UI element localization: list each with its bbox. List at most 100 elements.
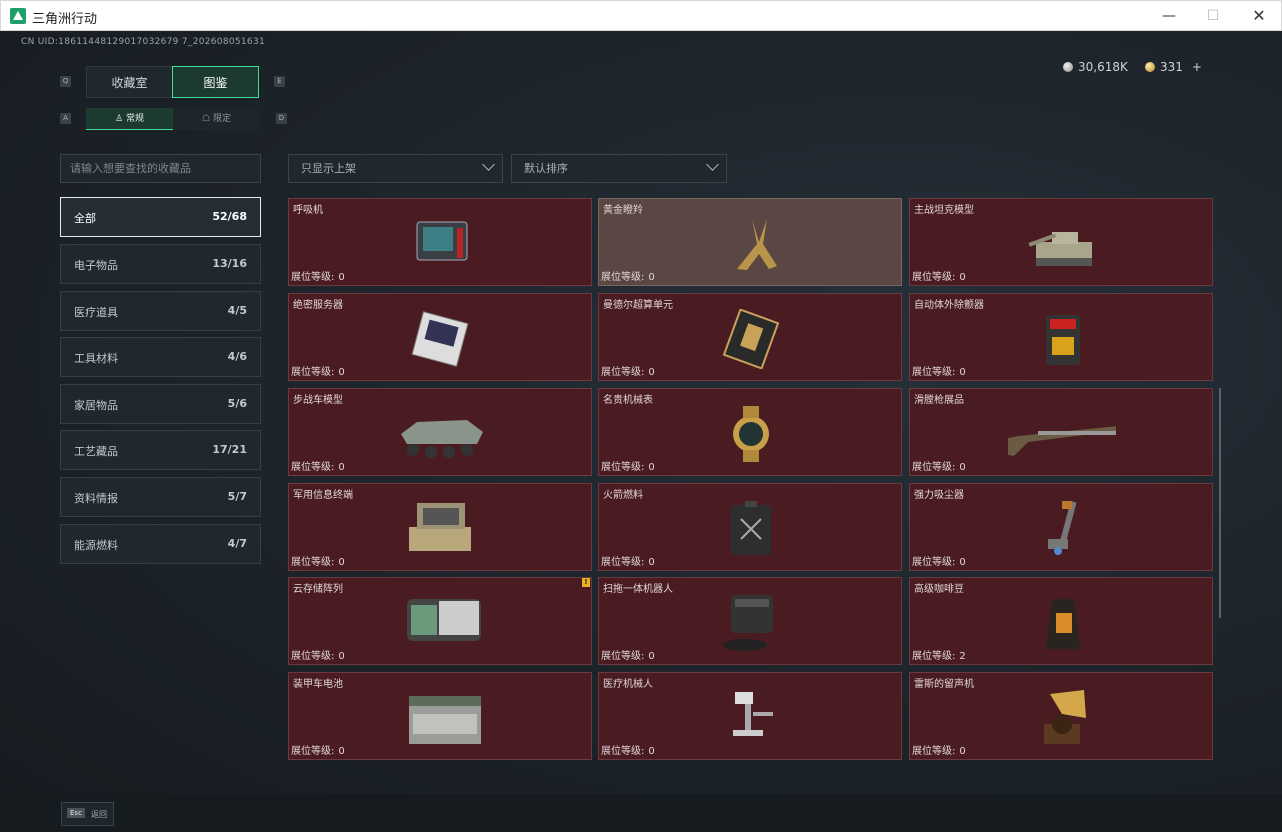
- listing-filter-value: 只显示上架: [301, 162, 356, 175]
- category-crafts[interactable]: 工艺藏品 17/21: [60, 430, 261, 470]
- item-name: 火箭燃料: [603, 490, 643, 501]
- item-card[interactable]: 自动体外除颤器 展位等级: 0: [909, 293, 1213, 381]
- back-button[interactable]: Esc 返回: [61, 802, 114, 826]
- item-card[interactable]: 名贵机械表 展位等级: 0: [598, 388, 902, 476]
- key-hint-e: E: [274, 76, 285, 87]
- category-count: 4/5: [227, 304, 247, 317]
- item-card[interactable]: 黄金瞪羚展位等级: 0: [598, 198, 902, 286]
- category-label: 全部: [74, 212, 96, 225]
- item-card[interactable]: 绝密服务器 展位等级: 0: [288, 293, 592, 381]
- item-name: 步战车模型: [293, 395, 343, 406]
- category-label: 工艺藏品: [74, 445, 118, 458]
- item-card[interactable]: 火箭燃料展位等级: 0: [598, 483, 902, 571]
- level-value: 0: [338, 367, 345, 378]
- ifv-model-icon: [387, 404, 495, 464]
- item-name: 黄金瞪羚: [603, 205, 643, 216]
- level-value: 0: [648, 272, 655, 283]
- gold-amount: 331: [1160, 60, 1183, 74]
- level-label: 展位等级:: [601, 746, 645, 757]
- category-count: 5/6: [227, 397, 247, 410]
- item-card[interactable]: 军用信息终端 展位等级: 0: [288, 483, 592, 571]
- category-count: 5/7: [227, 490, 247, 503]
- item-name: 曼德尔超算单元: [603, 300, 673, 311]
- tab-regular[interactable]: ♙ 常规: [86, 108, 173, 130]
- item-card[interactable]: 步战车模型展位等级: 0: [288, 388, 592, 476]
- tab-limited[interactable]: ☖ 限定: [173, 108, 260, 130]
- chevron-down-icon: [482, 158, 495, 171]
- level-value: 0: [648, 367, 655, 378]
- main-area: CN UID:18611448129017032679 7_2026080516…: [0, 31, 1282, 832]
- item-level: 展位等级: 0: [601, 268, 655, 283]
- item-level: 展位等级: 0: [601, 742, 655, 757]
- category-energy[interactable]: 能源燃料 4/7: [60, 524, 261, 564]
- level-value: 2: [959, 651, 966, 662]
- item-name: 医疗机械人: [603, 679, 653, 690]
- minimize-button[interactable]: —: [1157, 6, 1181, 26]
- item-level: 展位等级: 0: [291, 268, 345, 283]
- category-label: 家居物品: [74, 399, 118, 412]
- level-value: 0: [648, 462, 655, 473]
- key-hint-d: D: [276, 113, 287, 124]
- item-card[interactable]: 雷斯的留声机 展位等级: 0: [909, 672, 1213, 760]
- category-all[interactable]: 全部 52/68: [60, 197, 261, 237]
- category-home[interactable]: 家居物品 5/6: [60, 384, 261, 424]
- item-level: 展位等级: 0: [291, 553, 345, 568]
- ventilator-icon: [387, 214, 495, 274]
- level-label: 展位等级:: [601, 651, 645, 662]
- search-input[interactable]: [60, 154, 261, 183]
- item-card[interactable]: 滑膛枪展品 展位等级: 0: [909, 388, 1213, 476]
- item-level: 展位等级: 0: [912, 268, 966, 283]
- category-intel[interactable]: 资料情报 5/7: [60, 477, 261, 517]
- item-level: 展位等级: 0: [291, 647, 345, 662]
- gold-currency[interactable]: 331 +: [1145, 60, 1202, 74]
- item-card[interactable]: 强力吸尘器 展位等级: 0: [909, 483, 1213, 571]
- gold-coin-icon: [1145, 62, 1155, 72]
- level-value: 0: [648, 746, 655, 757]
- sort-dropdown[interactable]: 默认排序: [511, 154, 727, 183]
- close-button[interactable]: ✕: [1247, 6, 1271, 26]
- item-card[interactable]: 云存储阵列 展位等级: 0!: [288, 577, 592, 665]
- server-icon: [387, 309, 495, 369]
- item-card[interactable]: 曼德尔超算单元 展位等级: 0: [598, 293, 902, 381]
- maximize-button[interactable]: ☐: [1201, 6, 1225, 26]
- item-level: 展位等级: 0: [291, 458, 345, 473]
- item-level: 展位等级: 0: [912, 553, 966, 568]
- level-label: 展位等级:: [601, 462, 645, 473]
- alert-badge-icon: !: [582, 578, 590, 587]
- item-card[interactable]: 装甲车电池 展位等级: 0: [288, 672, 592, 760]
- level-value: 0: [959, 462, 966, 473]
- storage-array-icon: [387, 593, 495, 653]
- level-value: 0: [338, 462, 345, 473]
- grid-scrollbar[interactable]: [1219, 388, 1221, 618]
- window-title: 三角洲行动: [32, 12, 98, 27]
- tab-collection-room[interactable]: 收藏室: [86, 66, 173, 98]
- item-card[interactable]: 主战坦克模型展位等级: 0: [909, 198, 1213, 286]
- category-tools[interactable]: 工具材料 4/6: [60, 337, 261, 377]
- item-card[interactable]: 扫拖一体机器人 展位等级: 0: [598, 577, 902, 665]
- robot-vacuum-icon: [697, 593, 805, 653]
- level-value: 0: [338, 746, 345, 757]
- item-card[interactable]: 医疗机械人展位等级: 0: [598, 672, 902, 760]
- level-label: 展位等级:: [601, 272, 645, 283]
- category-medical[interactable]: 医疗道具 4/5: [60, 291, 261, 331]
- item-name: 主战坦克模型: [914, 205, 974, 216]
- category-electronics[interactable]: 电子物品 13/16: [60, 244, 261, 284]
- listing-filter-dropdown[interactable]: 只显示上架: [288, 154, 503, 183]
- item-card[interactable]: 高级咖啡豆 展位等级: 2: [909, 577, 1213, 665]
- limited-icon: ☖: [202, 114, 213, 124]
- item-level: 展位等级: 0: [601, 553, 655, 568]
- item-grid: 呼吸机 展位等级: 0 黄金瞪羚 展位等级: 0 主战坦克模型 展位等级: 0 绝密服务器 展位等级…: [283, 195, 1221, 765]
- sort-value: 默认排序: [524, 162, 568, 175]
- level-value: 0: [338, 651, 345, 662]
- category-count: 4/6: [227, 350, 247, 363]
- item-name: 高级咖啡豆: [914, 584, 964, 595]
- silver-coin-icon: [1063, 62, 1073, 72]
- add-currency-button[interactable]: +: [1192, 60, 1202, 74]
- level-label: 展位等级:: [912, 272, 956, 283]
- tab-catalog[interactable]: 图鉴: [172, 66, 259, 98]
- supercomputer-unit-icon: [697, 308, 805, 370]
- item-level: 展位等级: 0: [912, 363, 966, 378]
- item-card[interactable]: 呼吸机 展位等级: 0: [288, 198, 592, 286]
- level-label: 展位等级:: [291, 462, 335, 473]
- level-value: 0: [959, 367, 966, 378]
